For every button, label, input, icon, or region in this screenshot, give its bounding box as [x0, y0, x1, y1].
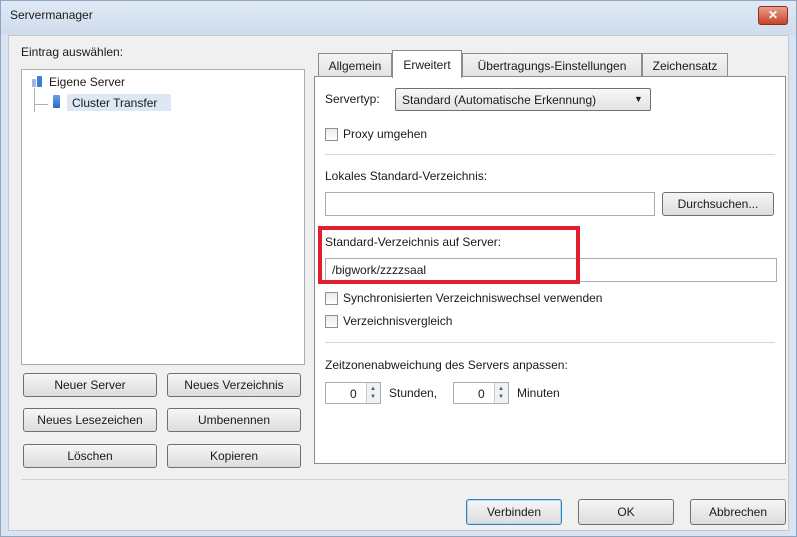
sync-browsing-label: Synchronisierten Verzeichniswechsel verw…	[343, 291, 603, 305]
minutes-label: Minuten	[517, 386, 560, 400]
new-server-button-label: Neuer Server	[54, 378, 126, 392]
browse-button[interactable]: Durchsuchen...	[662, 192, 774, 216]
local-dir-label: Lokales Standard-Verzeichnis:	[325, 169, 488, 183]
delete-button-label: Löschen	[67, 449, 113, 463]
chevron-down-icon: ▼	[634, 94, 643, 104]
highlight-box	[318, 226, 580, 284]
cancel-button[interactable]: Abbrechen	[690, 499, 786, 525]
tab-erweitert[interactable]: Erweitert	[392, 50, 462, 78]
ok-button[interactable]: OK	[578, 499, 674, 525]
rename-button[interactable]: Umbenennen	[167, 408, 301, 432]
spinner-arrows-icon[interactable]: ▲ ▼	[494, 383, 508, 403]
copy-button[interactable]: Kopieren	[167, 444, 301, 468]
tab-charset-label: Zeichensatz	[652, 58, 718, 73]
separator	[325, 342, 775, 343]
tab-charset[interactable]: Zeichensatz	[642, 53, 728, 77]
separator	[325, 154, 775, 155]
select-entry-label: Eintrag auswählen:	[21, 45, 124, 59]
tree-connector-branch	[34, 104, 48, 105]
new-bookmark-button[interactable]: Neues Lesezeichen	[23, 408, 157, 432]
tree-connector-line	[34, 88, 35, 112]
ok-button-label: OK	[617, 505, 635, 519]
server-icon	[53, 95, 60, 108]
connect-button-label: Verbinden	[486, 505, 542, 519]
bypass-proxy-checkbox[interactable]	[325, 128, 338, 141]
separator	[21, 479, 786, 480]
title-bar: Servermanager ✕	[1, 1, 796, 35]
new-folder-button-label: Neues Verzeichnis	[184, 378, 284, 392]
local-dir-input[interactable]	[325, 192, 655, 216]
server-group-icon	[32, 76, 43, 88]
minutes-spinner[interactable]: 0 ▲ ▼	[453, 382, 509, 404]
tab-allgemein[interactable]: Allgemein	[318, 53, 392, 77]
copy-button-label: Kopieren	[209, 449, 259, 463]
new-bookmark-button-label: Neues Lesezeichen	[37, 413, 143, 427]
spinner-arrows-icon[interactable]: ▲ ▼	[366, 383, 380, 403]
close-icon[interactable]: ✕	[758, 6, 788, 25]
dir-compare-label: Verzeichnisvergleich	[343, 314, 453, 328]
new-server-button[interactable]: Neuer Server	[23, 373, 157, 397]
hours-spinner[interactable]: 0 ▲ ▼	[325, 382, 381, 404]
tree-item-eigene-server[interactable]: Eigene Server	[49, 75, 125, 89]
hours-label: Stunden,	[389, 386, 438, 400]
tree-item-cluster-transfer[interactable]: Cluster Transfer	[72, 96, 157, 110]
hours-value: 0	[350, 387, 357, 401]
cancel-button-label: Abbrechen	[708, 505, 768, 519]
server-tree[interactable]: Eigene Server Cluster Transfer	[21, 69, 305, 365]
timezone-label: Zeitzonenabweichung des Servers anpassen…	[325, 358, 568, 372]
bypass-proxy-label: Proxy umgehen	[343, 127, 428, 141]
dir-compare-checkbox[interactable]	[325, 315, 338, 328]
sync-browsing-checkbox[interactable]	[325, 292, 338, 305]
tab-transfer-settings[interactable]: Übertragungs-Einstellungen	[462, 53, 642, 77]
tab-transfer-settings-label: Übertragungs-Einstellungen	[477, 58, 627, 73]
new-folder-button[interactable]: Neues Verzeichnis	[167, 373, 301, 397]
rename-button-label: Umbenennen	[197, 413, 271, 427]
servertype-label: Servertyp:	[325, 92, 380, 106]
minutes-value: 0	[478, 387, 485, 401]
connect-button[interactable]: Verbinden	[466, 499, 562, 525]
servertype-value: Standard (Automatische Erkennung)	[402, 93, 597, 107]
window-title: Servermanager	[10, 8, 93, 22]
browse-button-label: Durchsuchen...	[677, 197, 759, 211]
tab-erweitert-label: Erweitert	[403, 57, 451, 72]
delete-button[interactable]: Löschen	[23, 444, 157, 468]
tab-allgemein-label: Allgemein	[328, 58, 382, 73]
servertype-select[interactable]: Standard (Automatische Erkennung) ▼	[395, 88, 651, 111]
